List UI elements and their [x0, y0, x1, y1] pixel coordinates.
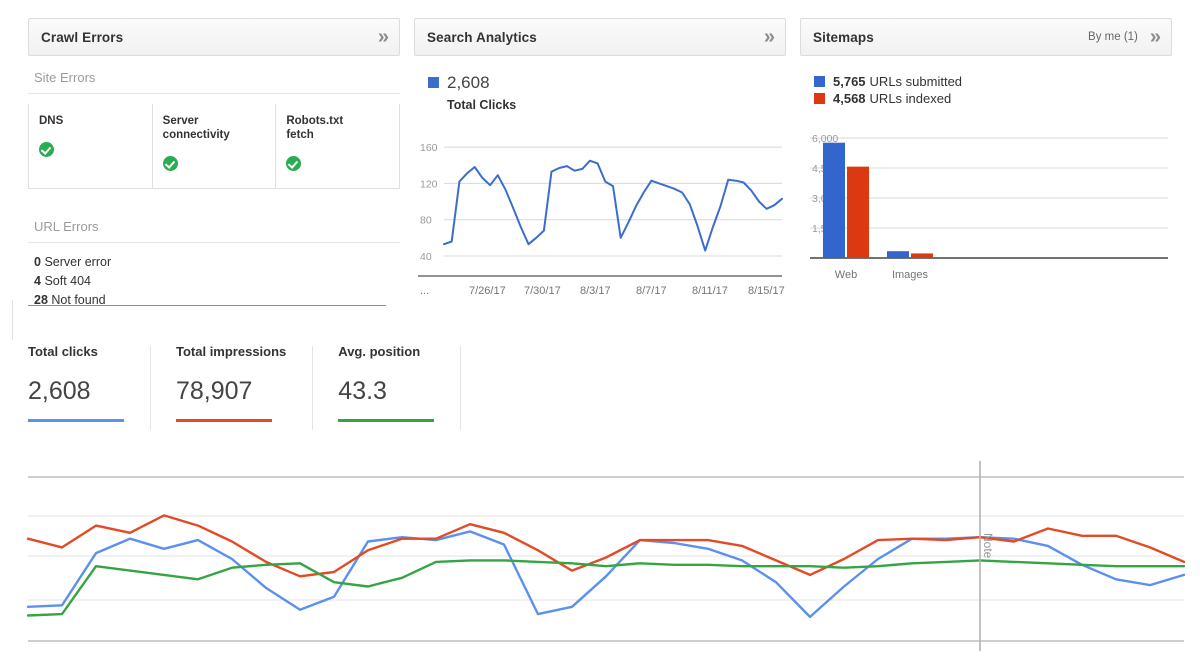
expand-chevron-icon[interactable]: »: [764, 27, 775, 47]
legend-row: 2,608: [428, 74, 786, 91]
metric-total-impressions[interactable]: Total impressions 78,907: [150, 344, 312, 430]
metric-label: Total impressions: [176, 344, 287, 359]
crawl-errors-panel: Crawl Errors » Site Errors DNS Server co…: [28, 18, 400, 310]
search-analytics-body: 2,608 Total Clicks 40 80 120 160... 7/26/17 7…: [414, 56, 786, 294]
sitemaps-header[interactable]: Sitemaps By me (1) »: [800, 18, 1172, 56]
metric-color-bar: [338, 419, 435, 422]
clicks-line-chart-svg: 40 80 120 160... 7/26/17 7/30/17 8/3/17 8/7/17 8…: [418, 142, 785, 294]
legend-row: 4,568 URLs indexed: [814, 91, 1172, 106]
search-analytics-panel: Search Analytics » 2,608 Total Clicks 40…: [414, 18, 786, 294]
metric-label: Total clicks: [28, 344, 98, 359]
metric-value: 43.3: [338, 377, 387, 405]
metric-value: 2,608: [28, 377, 91, 405]
legend-swatch-icon: [428, 77, 439, 88]
sitemaps-legend: 5,765 URLs submitted 4,568 URLs indexed: [800, 56, 1172, 106]
site-errors-label: Site Errors: [28, 56, 400, 94]
section-divider: [28, 305, 386, 306]
urls-indexed-label: URLs indexed: [869, 91, 952, 106]
svg-text:...: ...: [420, 285, 429, 294]
metric-row-end-separator: [460, 344, 462, 430]
total-clicks-value: 2,608: [447, 73, 490, 92]
svg-text:8/7/17: 8/7/17: [636, 285, 667, 294]
legend-swatch-icon: [814, 93, 825, 104]
svg-text:40: 40: [420, 251, 432, 263]
svg-text:7/26/17: 7/26/17: [469, 285, 506, 294]
metric-color-bar: [176, 419, 272, 422]
site-error-name: DNS: [39, 115, 64, 127]
svg-text:8/11/17: 8/11/17: [692, 285, 728, 294]
sitemaps-subtitle[interactable]: By me (1): [1088, 31, 1138, 43]
expand-chevron-icon[interactable]: »: [1150, 27, 1161, 47]
total-clicks-label: Total Clicks: [447, 98, 517, 112]
url-error-count: 4: [34, 274, 41, 288]
legend-row: 5,765 URLs submitted: [814, 74, 1172, 89]
status-ok-icon: [39, 142, 54, 157]
svg-text:8/15/17: 8/15/17: [748, 285, 785, 294]
performance-chart[interactable]: Note: [12, 455, 1188, 655]
urls-indexed-value: 4,568: [833, 91, 866, 106]
search-analytics-legend: 2,608 Total Clicks: [414, 56, 786, 112]
url-error-row[interactable]: 0 Server error: [34, 253, 400, 272]
crawl-errors-header[interactable]: Crawl Errors »: [28, 18, 400, 56]
performance-line-chart-svg: Note: [26, 461, 1186, 651]
site-error-cell[interactable]: DNS: [29, 104, 153, 188]
crawl-errors-body: Site Errors DNS Server connectivity Robo…: [28, 56, 400, 310]
metric-color-bar: [28, 419, 124, 422]
metric-label: Avg. position: [338, 344, 421, 359]
search-analytics-title: Search Analytics: [427, 29, 537, 45]
metric-value: 78,907: [176, 377, 253, 405]
svg-text:7/30/17: 7/30/17: [524, 285, 561, 294]
left-edge-rule: [12, 300, 13, 340]
legend-swatch-icon: [814, 76, 825, 87]
svg-text:160: 160: [420, 142, 438, 154]
url-error-row[interactable]: 4 Soft 404: [34, 272, 400, 291]
url-errors-label: URL Errors: [28, 189, 400, 243]
svg-text:Note: Note: [981, 533, 995, 559]
site-error-name: Server connectivity: [162, 115, 230, 141]
sitemaps-bar-chart-svg: 1,5003,0004,5006,000WebImages: [810, 133, 1168, 281]
urls-submitted-label: URLs submitted: [869, 74, 963, 89]
metric-summary-row: Total clicks 2,608 Total impressions 78,…: [28, 344, 462, 430]
expand-chevron-icon[interactable]: »: [378, 27, 389, 47]
site-error-cell[interactable]: Server connectivity: [153, 104, 277, 188]
search-console-dashboard: Crawl Errors » Site Errors DNS Server co…: [0, 0, 1200, 672]
svg-text:Images: Images: [892, 269, 929, 281]
url-error-label: Server error: [44, 255, 112, 269]
dashboard-panel-row: Crawl Errors » Site Errors DNS Server co…: [0, 0, 1200, 307]
site-error-cell[interactable]: Robots.txt fetch: [276, 104, 399, 188]
svg-text:80: 80: [420, 215, 432, 227]
status-ok-icon: [162, 156, 178, 171]
svg-text:Web: Web: [835, 269, 857, 281]
url-error-row[interactable]: 28 Not found: [34, 291, 400, 310]
svg-text:8/3/17: 8/3/17: [580, 285, 611, 294]
sitemaps-panel: Sitemaps By me (1) » 5,765 URLs submitte…: [800, 18, 1172, 288]
metric-total-clicks[interactable]: Total clicks 2,608: [28, 344, 150, 422]
url-error-label: Soft 404: [44, 274, 92, 288]
sitemaps-body: 5,765 URLs submitted 4,568 URLs indexed …: [800, 56, 1172, 288]
metric-avg-position[interactable]: Avg. position 43.3: [312, 344, 460, 430]
site-errors-table: DNS Server connectivity Robots.txt fetch: [28, 104, 400, 189]
sitemaps-title: Sitemaps: [813, 29, 874, 45]
metric-separator: [150, 346, 151, 430]
status-ok-icon: [286, 156, 302, 171]
urls-submitted-value: 5,765: [833, 74, 866, 89]
sitemaps-chart[interactable]: 1,5003,0004,5006,000WebImages: [800, 120, 1172, 288]
search-analytics-header[interactable]: Search Analytics »: [414, 18, 786, 56]
metric-separator: [460, 346, 462, 430]
metric-separator: [312, 346, 314, 430]
url-error-count: 0: [34, 255, 41, 269]
crawl-errors-title: Crawl Errors: [41, 29, 124, 45]
url-errors-list: 0 Server error 4 Soft 404 28 Not found: [28, 243, 400, 310]
svg-text:120: 120: [420, 178, 438, 190]
site-error-name: Robots.txt fetch: [286, 115, 344, 141]
search-analytics-chart[interactable]: 40 80 120 160... 7/26/17 7/30/17 8/3/17 8/7/17 8…: [414, 126, 786, 294]
